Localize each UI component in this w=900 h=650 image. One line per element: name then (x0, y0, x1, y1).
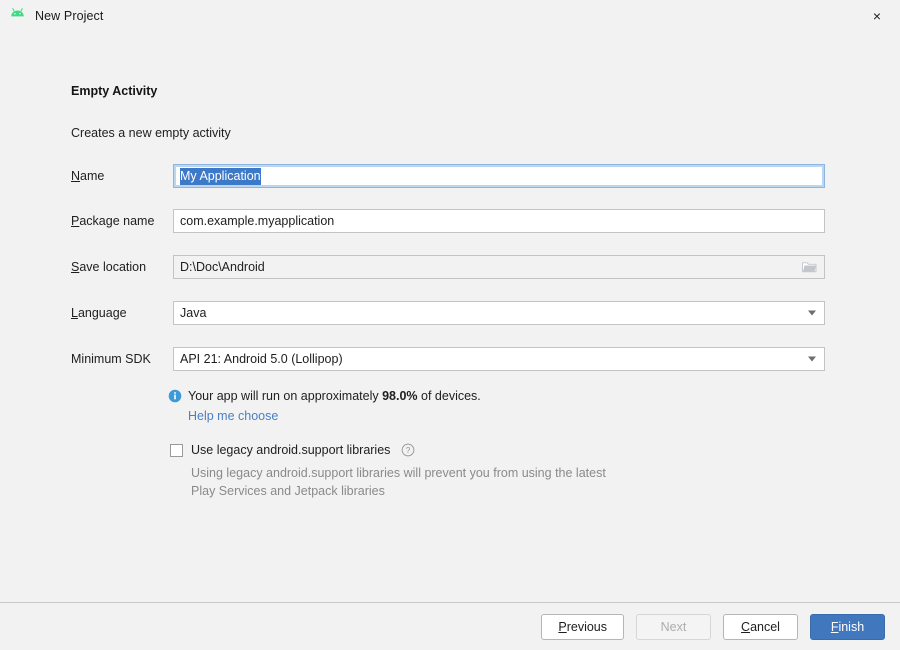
minimum-sdk-value: API 21: Android 5.0 (Lollipop) (180, 352, 343, 366)
close-icon[interactable]: × (854, 0, 900, 31)
label-save-location: Save location (71, 260, 147, 274)
minimum-sdk-select[interactable]: API 21: Android 5.0 (Lollipop) (173, 347, 825, 371)
android-icon (11, 8, 24, 17)
name-input[interactable]: My Application (173, 164, 825, 188)
language-value: Java (180, 306, 207, 320)
save-location-value: D:\Doc\Android (180, 260, 265, 274)
previous-button[interactable]: Previous (541, 613, 624, 640)
label-package-name: Package name (71, 214, 155, 228)
label-name: Name (71, 169, 105, 183)
page-subtitle: Creates a new empty activity (71, 126, 231, 140)
legacy-libraries-row: Use legacy android.support libraries ? (170, 443, 415, 457)
label-minimum-sdk: Minimum SDK (71, 352, 151, 366)
dialog-title: New Project (35, 8, 104, 23)
dialog-titlebar: New Project × (0, 0, 900, 31)
save-location-input[interactable]: D:\Doc\Android (173, 255, 825, 279)
name-input-value: My Application (180, 167, 261, 185)
dialog-footer: Previous Next Cancel Finish (0, 603, 900, 650)
use-legacy-libraries-checkbox[interactable] (170, 443, 183, 457)
label-language: Language (71, 306, 127, 320)
language-select[interactable]: Java (173, 301, 825, 325)
page-title: Empty Activity (71, 84, 158, 98)
svg-text:?: ? (406, 446, 411, 455)
device-coverage-text: Your app will run on approximately 98.0%… (188, 389, 481, 403)
folder-icon[interactable] (802, 261, 817, 274)
legacy-libraries-description: Using legacy android.support libraries w… (191, 466, 606, 498)
package-name-value: com.example.myapplication (180, 214, 335, 228)
chevron-down-icon[interactable] (808, 356, 816, 362)
new-project-dialog: New Project × Empty Activity Creates a n… (0, 0, 900, 650)
question-mark-icon[interactable]: ? (401, 443, 415, 457)
package-name-input[interactable]: com.example.myapplication (173, 209, 825, 233)
finish-button[interactable]: Finish (810, 613, 885, 640)
dialog-content: Empty Activity Creates a new empty activ… (0, 31, 900, 650)
use-legacy-libraries-label[interactable]: Use legacy android.support libraries (191, 443, 390, 457)
cancel-button[interactable]: Cancel (723, 613, 798, 640)
chevron-down-icon[interactable] (808, 310, 816, 316)
device-coverage-info: Your app will run on approximately 98.0%… (168, 388, 481, 405)
next-button: Next (636, 613, 711, 640)
help-me-choose-link[interactable]: Help me choose (188, 408, 278, 425)
info-icon (168, 389, 182, 403)
